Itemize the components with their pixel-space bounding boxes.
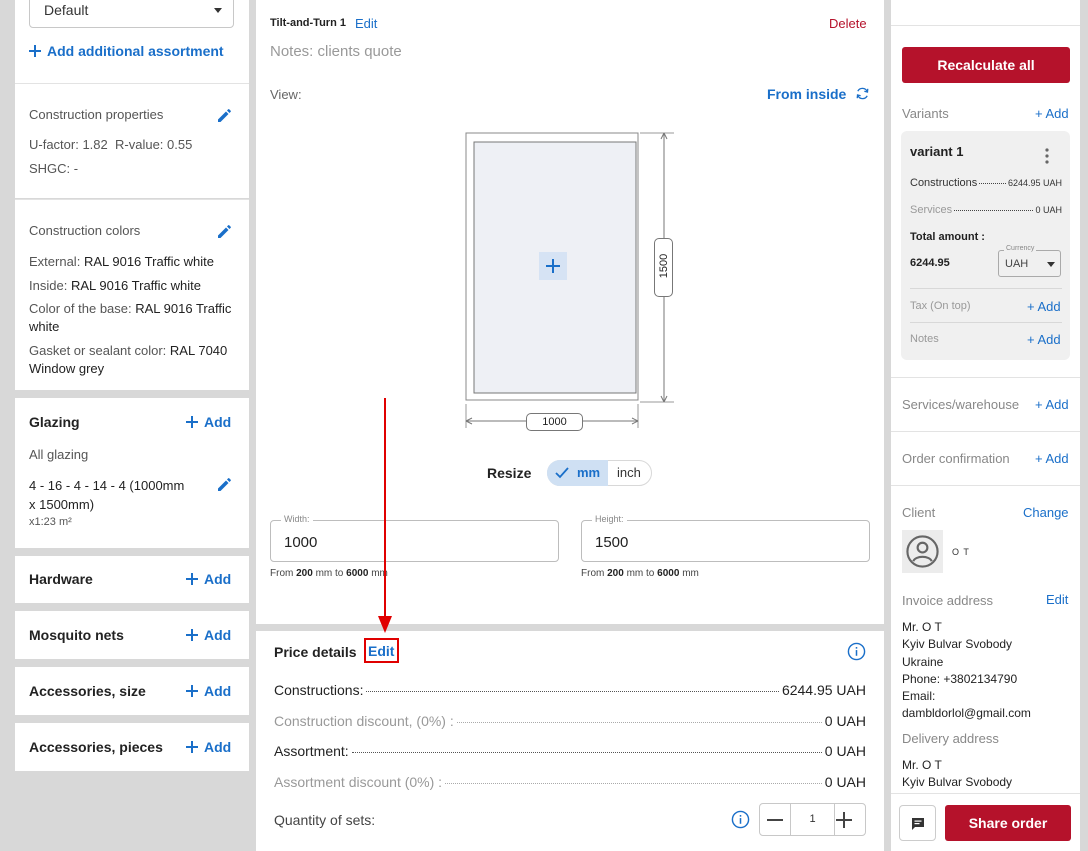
product-name: Tilt-and-Turn 1 [270,17,346,29]
pencil-icon[interactable] [216,106,234,124]
chat-button[interactable] [899,805,936,841]
delivery-address: Mr. O T Kyiv Bulvar Svobody [902,758,1013,790]
info-icon[interactable] [847,642,866,661]
shgc: SHGC: - [29,161,79,176]
variant-total-value: 6244.95 [910,257,950,269]
plus-icon [186,741,198,753]
delivery-address-label: Delivery address [902,731,999,746]
quantity-label: Quantity of sets: [274,812,376,828]
avatar [902,530,943,573]
client-name: O T [952,547,970,557]
base-color: Color of the base: RAL 9016 Traffic whit… [29,301,232,334]
invoice-address: Mr. O T Kyiv Bulvar Svobody Ukraine Phon… [902,620,1031,721]
share-order-button[interactable]: Share order [945,805,1071,841]
glazing-add-button[interactable]: Add [186,414,231,430]
price-edit-link[interactable]: Edit [368,643,394,659]
caret-down-icon [214,8,222,13]
plus-icon [29,45,41,57]
currency-select[interactable]: Currency UAH [998,245,1061,277]
hardware-title: Hardware [29,571,93,587]
user-icon [906,535,939,568]
chat-icon [912,818,924,830]
price-details-title: Price details [274,644,357,660]
height-range-hint: From 200 mm to 6000 mm [581,568,699,579]
width-dimension-badge[interactable]: 1000 [526,413,583,431]
info-icon[interactable] [731,810,750,829]
client-label: Client [902,505,936,520]
hardware-add-button[interactable]: Add [186,571,231,587]
notes-label: Notes [910,333,939,345]
accessories-size-add-button[interactable]: Add [186,683,231,699]
inside-color: Inside: RAL 9016 Traffic white [29,278,202,293]
invoice-address-label: Invoice address [902,593,994,608]
pencil-icon[interactable] [216,222,234,240]
quantity-input[interactable]: 1 [791,813,834,825]
construction-colors-title: Construction colors [29,223,141,238]
client-change-link[interactable]: Change [1023,505,1069,520]
accessories-pieces-title: Accessories, pieces [29,739,163,755]
width-range-hint: From 200 mm to 6000 mm [270,568,388,579]
minus-icon[interactable] [767,819,783,821]
tax-label: Tax (On top) [910,300,971,312]
view-mode-toggle[interactable]: From inside [767,86,846,102]
plus-icon [186,685,198,697]
pencil-icon[interactable] [216,475,234,493]
variant-card[interactable] [901,131,1070,360]
glazing-title: Glazing [29,414,80,430]
services-warehouse-label: Services/warehouse [902,397,1020,412]
plus-icon [186,416,198,428]
check-icon [555,467,569,479]
more-vertical-icon[interactable] [1043,147,1051,165]
variants-add-button[interactable]: + Add [1035,106,1069,121]
product-edit-link[interactable]: Edit [355,16,377,31]
plus-icon [186,629,198,641]
variant-constructions: Constructions 6244.95 UAH [910,177,1062,189]
external-color: External: RAL 9016 Traffic white [29,254,215,269]
rotate-icon[interactable] [855,86,870,101]
price-row-assortment-discount: Assortment discount (0%) :0 UAH [274,774,866,790]
width-field[interactable]: Width: 1000 [270,514,559,562]
view-label: View: [270,87,302,102]
resize-label: Resize [487,465,532,481]
unit-inch-option[interactable]: inch [617,465,641,480]
glazing-spec: 4 - 16 - 4 - 14 - 4 (1000mm x 1500mm) [29,478,185,512]
u-factor: U-factor: 1.82 R-value: 0.55 [29,137,193,152]
unit-mm-option[interactable]: mm [547,460,608,486]
product-delete-link[interactable]: Delete [829,16,867,31]
price-row-assortment: Assortment: 0 UAH [274,743,866,759]
order-confirmation-add-button[interactable]: + Add [1035,451,1069,466]
invoice-edit-link[interactable]: Edit [1046,592,1068,607]
mosquito-add-button[interactable]: Add [186,627,231,643]
glazing-subtitle: All glazing [29,447,89,462]
product-notes: Notes: clients quote [270,43,402,60]
notes-add-button[interactable]: + Add [1027,332,1061,347]
price-row-constructions: Constructions: 6244.95 UAH [274,682,866,698]
annotation-arrow [378,398,392,633]
plus-icon [186,573,198,585]
window-drawing [465,132,674,428]
assortment-select[interactable]: Default [29,0,234,28]
services-add-button[interactable]: + Add [1035,397,1069,412]
construction-properties-title: Construction properties [29,107,164,122]
add-sash-button[interactable] [539,252,567,280]
tax-add-button[interactable]: + Add [1027,299,1061,314]
price-row-construction-discount: Construction discount, (0%) :0 UAH [274,713,866,729]
accessories-pieces-add-button[interactable]: Add [186,739,231,755]
order-sidebar [891,0,1080,851]
variant-services: Services 0 UAH [910,204,1062,216]
mosquito-title: Mosquito nets [29,627,124,643]
quantity-stepper: 1 [759,803,866,836]
height-dimension-badge[interactable]: 1500 [654,238,673,297]
variants-label: Variants [902,106,949,121]
order-confirmation-label: Order confirmation [902,451,1010,466]
caret-down-icon [1047,262,1055,267]
gasket-color: Gasket or sealant color: RAL 7040 Window… [29,343,228,376]
glazing-qty: x1:23 m² [29,516,72,528]
recalculate-all-button[interactable]: Recalculate all [902,47,1070,83]
height-field[interactable]: Height: 1500 [581,514,870,562]
add-assortment-link[interactable]: Add additional assortment [29,43,224,59]
variant-total-label: Total amount : [910,231,985,243]
accessories-size-title: Accessories, size [29,683,146,699]
variant-name: variant 1 [910,144,964,159]
